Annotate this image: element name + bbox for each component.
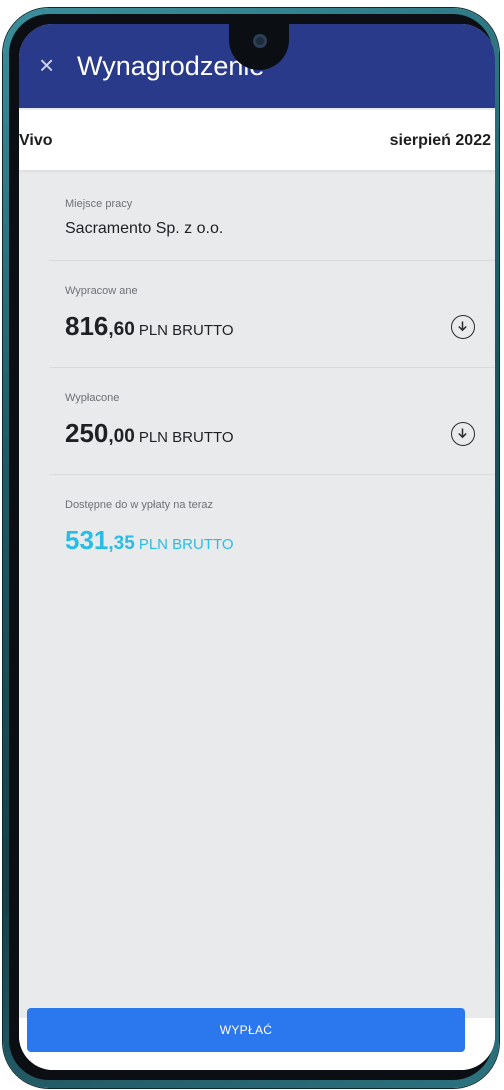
worked-section: Wypracow ane 816,60 PLN BRUTTO bbox=[49, 261, 495, 368]
paid-label: Wypłacone bbox=[65, 392, 120, 404]
workplace-value: Sacramento Sp. z o.o. bbox=[65, 220, 224, 237]
period-header: Vivo sierpień 2022 bbox=[19, 110, 495, 170]
camera-icon bbox=[253, 34, 267, 48]
available-amount-decimal: ,35 bbox=[108, 533, 135, 554]
worked-label: Wypracow ane bbox=[65, 285, 138, 297]
workplace-label: Miejsce pracy bbox=[65, 198, 133, 210]
paid-amount-integer: 250 bbox=[65, 418, 109, 448]
available-amount-integer: 531 bbox=[65, 525, 109, 555]
app-bar: × Wynagrodzenie bbox=[19, 24, 495, 108]
available-section: Dostępne do w ypłaty na teraz 531,35 PLN … bbox=[49, 475, 495, 575]
available-amount-unit: PLN BRUTTO bbox=[138, 536, 234, 553]
download-icon[interactable] bbox=[451, 422, 475, 446]
employer-short-label: Vivo bbox=[19, 132, 53, 149]
worked-amount-decimal: ,60 bbox=[108, 319, 135, 340]
available-amount: 531,35 PLN BRUTTO bbox=[65, 525, 234, 556]
salary-details: Miejsce pracy Sacramento Sp. z o.o. Wypr… bbox=[49, 184, 495, 575]
withdraw-button[interactable]: WYPŁAĆ bbox=[27, 1008, 465, 1052]
app-screen: × Wynagrodzenie Vivo sierpień 2022 Miejs… bbox=[19, 24, 495, 1070]
phone-bezel: × Wynagrodzenie Vivo sierpień 2022 Miejs… bbox=[9, 14, 495, 1080]
phone-frame: × Wynagrodzenie Vivo sierpień 2022 Miejs… bbox=[3, 8, 499, 1088]
download-icon[interactable] bbox=[451, 315, 475, 339]
close-icon[interactable]: × bbox=[39, 52, 54, 78]
worked-amount-unit: PLN BRUTTO bbox=[138, 322, 234, 339]
worked-amount-integer: 816 bbox=[65, 311, 109, 341]
workplace-section: Miejsce pracy Sacramento Sp. z o.o. bbox=[49, 184, 495, 261]
paid-amount: 250,00 PLN BRUTTO bbox=[65, 418, 234, 449]
paid-amount-unit: PLN BRUTTO bbox=[138, 429, 234, 446]
period-label[interactable]: sierpień 2022 bbox=[390, 132, 491, 150]
worked-amount: 816,60 PLN BRUTTO bbox=[65, 311, 234, 342]
paid-amount-decimal: ,00 bbox=[108, 426, 135, 447]
available-label: Dostępne do w ypłaty na teraz bbox=[65, 499, 213, 511]
paid-section: Wypłacone 250,00 PLN BRUTTO bbox=[49, 368, 495, 475]
